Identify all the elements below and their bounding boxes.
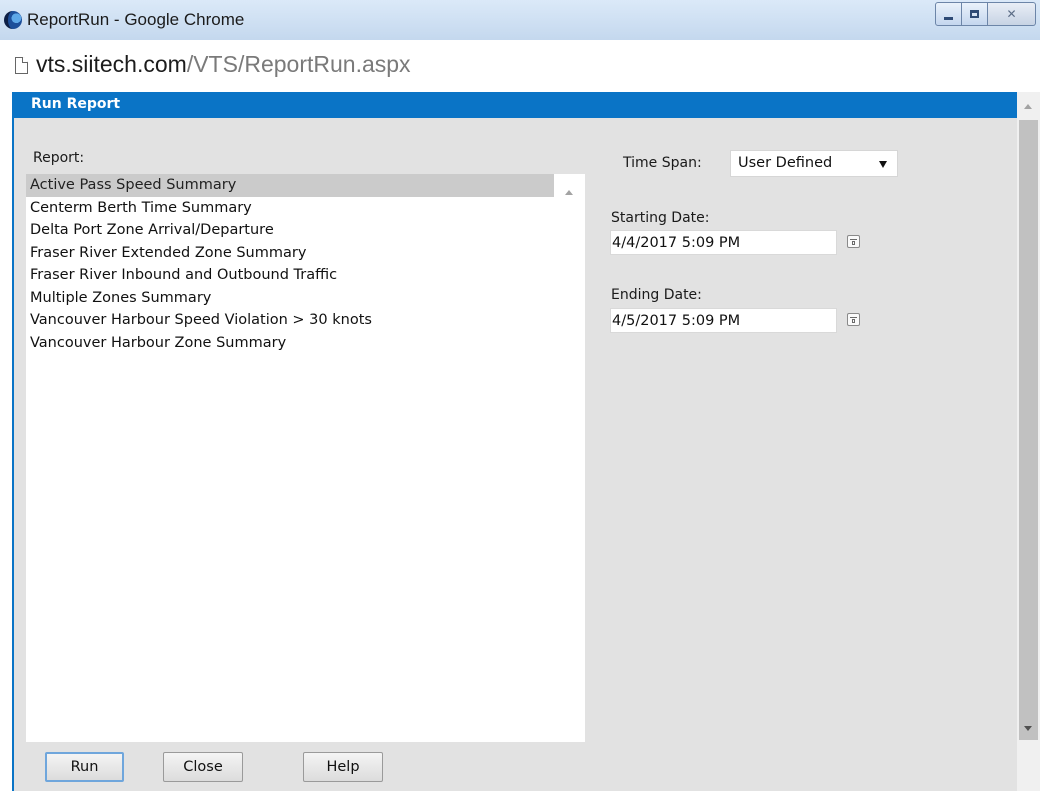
time-span-value: User Defined <box>738 155 833 171</box>
address-bar[interactable]: vts.siitech.com/VTS/ReportRun.aspx <box>0 40 1040 90</box>
panel-header: Run Report <box>14 92 1017 118</box>
window-controls: ✕ <box>935 2 1036 26</box>
url-text: vts.siitech.com/VTS/ReportRun.aspx <box>36 51 411 78</box>
time-span-label: Time Span: <box>623 155 702 171</box>
window-left-border <box>0 92 14 791</box>
help-button[interactable]: Help <box>303 752 383 782</box>
report-list-item[interactable]: Active Pass Speed Summary <box>26 174 554 197</box>
report-list-item[interactable]: Fraser River Inbound and Outbound Traffi… <box>26 264 554 287</box>
report-list-scrollbar[interactable] <box>554 174 585 742</box>
report-list-item[interactable]: Centerm Berth Time Summary <box>26 197 554 220</box>
ending-date-calendar-icon[interactable] <box>847 313 860 326</box>
report-listbox[interactable]: Active Pass Speed Summary Centerm Berth T… <box>26 174 585 742</box>
run-button[interactable]: Run <box>45 752 124 782</box>
app-icon <box>4 11 22 29</box>
time-span-select[interactable]: User Defined <box>730 150 898 177</box>
ending-date-input[interactable]: 4/5/2017 5:09 PM <box>610 308 837 333</box>
scroll-up-icon[interactable] <box>1024 104 1032 109</box>
starting-date-label: Starting Date: <box>611 210 710 226</box>
close-button[interactable]: Close <box>163 752 243 782</box>
scrollbar-thumb[interactable] <box>1019 120 1038 740</box>
ending-date-label: Ending Date: <box>611 287 702 303</box>
minimize-icon <box>944 16 953 20</box>
starting-date-input[interactable]: 4/4/2017 5:09 PM <box>610 230 837 255</box>
list-scroll-up-icon[interactable] <box>565 190 573 195</box>
page-icon <box>15 57 28 74</box>
report-label: Report: <box>33 150 85 166</box>
minimize-button[interactable] <box>935 2 962 26</box>
window-title: ReportRun - Google Chrome <box>27 10 245 29</box>
panel-title: Run Report <box>31 96 121 112</box>
report-list-item[interactable]: Fraser River Extended Zone Summary <box>26 242 554 265</box>
report-list-item[interactable]: Delta Port Zone Arrival/Departure <box>26 219 554 242</box>
starting-date-value: 4/4/2017 5:09 PM <box>612 235 741 251</box>
report-list-item[interactable]: Vancouver Harbour Speed Violation > 30 k… <box>26 309 554 332</box>
maximize-icon <box>970 10 979 18</box>
report-list-items: Active Pass Speed Summary Centerm Berth T… <box>26 174 554 354</box>
close-window-button[interactable]: ✕ <box>988 2 1036 26</box>
report-list-item[interactable]: Multiple Zones Summary <box>26 287 554 310</box>
url-host: vts.siitech.com <box>36 51 187 77</box>
url-path: /VTS/ReportRun.aspx <box>186 51 411 77</box>
dropdown-arrow-icon <box>879 161 887 168</box>
close-icon: ✕ <box>1006 7 1017 21</box>
window-titlebar[interactable]: ReportRun - Google Chrome ✕ <box>0 0 1040 41</box>
page-scrollbar[interactable] <box>1017 92 1040 791</box>
starting-date-calendar-icon[interactable] <box>847 235 860 248</box>
maximize-button[interactable] <box>962 2 988 26</box>
scroll-down-icon[interactable] <box>1024 726 1032 731</box>
ending-date-value: 4/5/2017 5:09 PM <box>612 313 741 329</box>
report-list-item[interactable]: Vancouver Harbour Zone Summary <box>26 332 554 355</box>
